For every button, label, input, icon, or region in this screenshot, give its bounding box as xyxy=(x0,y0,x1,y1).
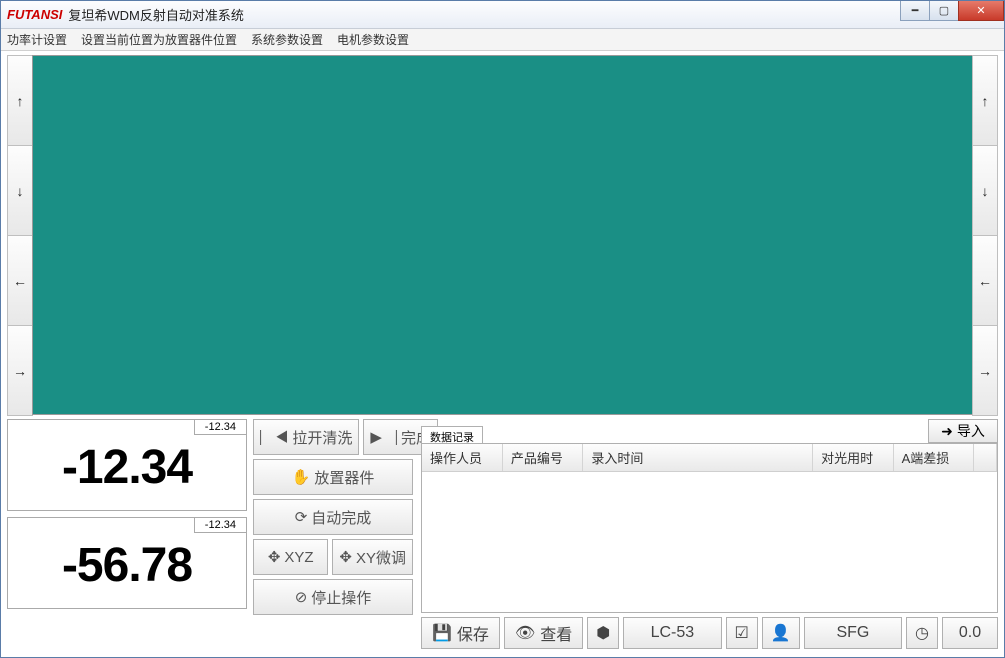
save-icon: 💾 xyxy=(432,623,452,643)
close-button[interactable]: ✕ xyxy=(958,1,1004,21)
hand-icon: ✋ xyxy=(292,468,311,486)
view-area: ↑ ↓ ← → ↑ ↓ ← → xyxy=(7,55,998,415)
left-down-1[interactable]: ↓ xyxy=(7,145,33,236)
data-table-box[interactable]: 操作人员 产品编号 录入时间 对光用时 A端差损 xyxy=(421,443,998,613)
view-button[interactable]: 👁 查看 xyxy=(504,617,583,649)
readout-1-small: -12.34 xyxy=(194,419,247,435)
right-nav-col: ↑ ↓ ← → xyxy=(972,55,998,415)
move-icon: ✥ xyxy=(339,548,352,566)
skip-back-icon: ⎸◀ xyxy=(260,429,288,446)
left-up-1[interactable]: ↑ xyxy=(7,55,33,146)
titlebar: FUTANSI 复坦希WDM反射自动对准系统 ━ ▢ ✕ xyxy=(1,1,1004,29)
import-button[interactable]: ➜ 导入 xyxy=(928,419,998,443)
eye-icon: 👁 xyxy=(515,623,535,643)
skip-fwd-icon: ▶⎹ xyxy=(370,428,397,446)
stop-button[interactable]: ⊘ 停止操作 xyxy=(253,579,413,615)
readout-1-big: -12.34 xyxy=(12,424,242,512)
check-button[interactable]: ☑ xyxy=(726,617,758,649)
app-window: FUTANSI 复坦希WDM反射自动对准系统 ━ ▢ ✕ 功率计设置 设置当前位… xyxy=(0,0,1005,658)
window-title: 复坦希WDM反射自动对准系统 xyxy=(68,5,244,24)
tabset: 数据记录 xyxy=(421,425,483,443)
content-area: ↑ ↓ ← → ↑ ↓ ← → -12.34 -12.34 -12.34 xyxy=(7,55,998,649)
minimize-button[interactable]: ━ xyxy=(900,1,930,21)
right-left-2[interactable]: ← xyxy=(972,235,998,326)
operation-buttons: ⎸◀ 拉开清洗 ▶⎹ 完成 ✋ 放置器件 ⟳ xyxy=(253,419,413,619)
right-down-1[interactable]: ↓ xyxy=(972,145,998,236)
col-product[interactable]: 产品编号 xyxy=(502,444,582,472)
box-button[interactable]: ⬢ xyxy=(587,617,619,649)
video-canvas[interactable] xyxy=(32,55,973,415)
time-value: 0.0 xyxy=(953,624,987,642)
time-display: 0.0 xyxy=(942,617,998,649)
pull-clean-button[interactable]: ⎸◀ 拉开清洗 xyxy=(253,419,359,455)
move-icon: ✥ xyxy=(268,548,281,566)
col-entry-time[interactable]: 录入时间 xyxy=(583,444,813,472)
stop-icon: ⊘ xyxy=(295,588,308,606)
lower-area: -12.34 -12.34 -12.34 -56.78 ⎸◀ 拉开清洗 ▶⎹ xyxy=(7,419,998,649)
left-left-1[interactable]: ← xyxy=(7,235,33,326)
user-button[interactable]: 👤 xyxy=(762,617,800,649)
operator-display[interactable]: SFG xyxy=(804,617,902,649)
user-icon: 👤 xyxy=(771,623,791,643)
menu-set-position[interactable]: 设置当前位置为放置器件位置 xyxy=(81,31,237,48)
check-icon: ☑ xyxy=(735,623,749,643)
readout-2-big: -56.78 xyxy=(12,522,242,610)
place-device-button[interactable]: ✋ 放置器件 xyxy=(253,459,413,495)
menu-power-meter[interactable]: 功率计设置 xyxy=(7,31,67,48)
import-icon: ➜ xyxy=(941,423,953,440)
readout-panel: -12.34 -12.34 -12.34 -56.78 xyxy=(7,419,247,615)
menu-system-params[interactable]: 系统参数设置 xyxy=(251,31,323,48)
auto-complete-button[interactable]: ⟳ 自动完成 xyxy=(253,499,413,535)
bottom-bar: 💾 保存 👁 查看 ⬢ LC-53 ☑ xyxy=(421,617,998,649)
right-panel: ➜ 导入 数据记录 操作人员 产品编号 录入时间 对光用时 xyxy=(421,419,998,649)
clock-button[interactable]: ◷ xyxy=(906,617,938,649)
menubar: 功率计设置 设置当前位置为放置器件位置 系统参数设置 电机参数设置 xyxy=(1,29,1004,51)
col-spacer xyxy=(974,444,997,472)
product-display[interactable]: LC-53 xyxy=(623,617,721,649)
readout-1: -12.34 -12.34 xyxy=(7,419,247,511)
readout-2-small: -12.34 xyxy=(194,517,247,533)
clock-icon: ◷ xyxy=(915,623,929,643)
maximize-button[interactable]: ▢ xyxy=(929,1,959,21)
col-align-time[interactable]: 对光用时 xyxy=(813,444,893,472)
repeat-icon: ⟳ xyxy=(295,508,308,526)
col-operator[interactable]: 操作人员 xyxy=(422,444,502,472)
right-up-1[interactable]: ↑ xyxy=(972,55,998,146)
left-right-1[interactable]: → xyxy=(7,325,33,416)
readout-2: -12.34 -56.78 xyxy=(7,517,247,609)
window-controls: ━ ▢ ✕ xyxy=(901,1,1004,21)
logo: FUTANSI xyxy=(7,7,62,22)
save-button[interactable]: 💾 保存 xyxy=(421,617,500,649)
col-a-loss[interactable]: A端差损 xyxy=(893,444,973,472)
xyz-button[interactable]: ✥ XYZ xyxy=(253,539,328,575)
menu-motor-params[interactable]: 电机参数设置 xyxy=(337,31,409,48)
product-value: LC-53 xyxy=(642,624,702,642)
xy-fine-button[interactable]: ✥ XY微调 xyxy=(332,539,413,575)
operator-value: SFG xyxy=(823,624,883,642)
right-right-2[interactable]: → xyxy=(972,325,998,416)
data-table: 操作人员 产品编号 录入时间 对光用时 A端差损 xyxy=(422,444,997,472)
left-nav-col: ↑ ↓ ← → xyxy=(7,55,33,415)
package-icon: ⬢ xyxy=(596,623,610,643)
